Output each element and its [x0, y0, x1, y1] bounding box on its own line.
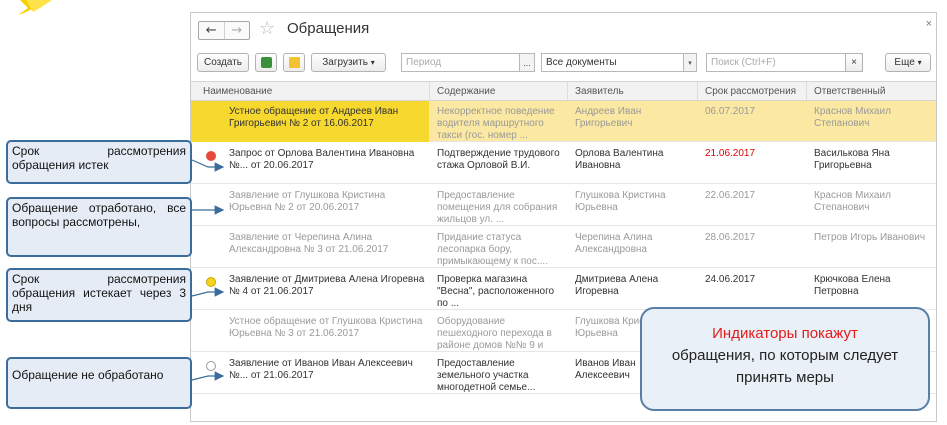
load-button[interactable]: Загрузить ▾ — [311, 53, 386, 72]
search-input[interactable]: Поиск (Ctrl+F) — [706, 53, 863, 72]
row-name: Устное обращение от Андреев Иван Григорь… — [229, 106, 399, 129]
decorative-brush-shape — [18, 0, 52, 15]
row-deadline: 28.06.2017 — [705, 232, 756, 243]
mail-button[interactable] — [283, 53, 305, 72]
load-label: Загрузить — [322, 57, 368, 68]
info-text: обращения, по которым следует принять ме… — [671, 347, 899, 386]
expired-indicator-icon — [206, 151, 216, 161]
period-select-button[interactable]: ... — [519, 53, 535, 72]
row-responsible: Василькова Яна Григорьевна — [814, 148, 890, 171]
table-header: Наименование Содержание Заявитель Срок р… — [191, 81, 936, 101]
row-applicant: Андреев Иван Григорьевич — [575, 106, 642, 129]
row-content: Придание статуса лесопарка бору, примыка… — [437, 232, 548, 267]
indicator-info-callout: Индикаторы покажут обращения, по которым… — [640, 307, 930, 411]
row-responsible: Краснов Михаил Степанович — [814, 190, 891, 213]
chevron-down-icon: ▾ — [917, 58, 922, 67]
callout-due-soon: Срок рассмотрения обращения истекает чер… — [6, 268, 192, 322]
row-applicant: Глушкова Кристина Юрьевна — [575, 190, 666, 213]
row-responsible: Крючкова Елена Петровна — [814, 274, 891, 297]
callout-unprocessed: Обращение не обработано — [6, 357, 192, 409]
column-header-applicant[interactable]: Заявитель — [575, 86, 624, 97]
mail-icon — [288, 57, 300, 68]
search-placeholder: Поиск (Ctrl+F) — [711, 57, 776, 68]
callout-expired: Срок рассмотрения обращения истек — [6, 140, 192, 184]
row-content: Оборудование пешеходного перехода в райо… — [437, 316, 552, 351]
row-responsible: Краснов Михаил Степанович — [814, 106, 891, 129]
table-row[interactable]: Заявление от Дмитриева Алена Игоревна № … — [191, 269, 936, 310]
period-placeholder: Период — [406, 57, 442, 68]
row-name: Устное обращение от Глушкова Кристина Юр… — [229, 316, 423, 339]
more-label: Еще — [894, 57, 915, 68]
create-button[interactable]: Создать — [197, 53, 249, 72]
toolbar: Создать Загрузить ▾ Период ... Все докум… — [191, 53, 936, 75]
row-deadline: 24.06.2017 — [705, 274, 756, 285]
row-responsible: Петров Игорь Иванович — [814, 232, 926, 243]
row-name: Заявление от Черепина Алина Александровн… — [229, 232, 389, 255]
row-name: Запрос от Орлова Валентина Ивановна №...… — [229, 148, 415, 171]
excel-icon — [260, 57, 272, 68]
row-content: Предоставление земельного участка многод… — [437, 358, 536, 393]
row-name: Заявление от Иванов Иван Алексеевич №...… — [229, 358, 413, 381]
table-row[interactable]: Заявление от Черепина Алина Александровн… — [191, 227, 936, 268]
row-content: Проверка магазина "Весна", расположенног… — [437, 274, 555, 309]
row-content: Предоставление помещения для собрания жи… — [437, 190, 558, 225]
search-clear-button[interactable]: × — [845, 53, 863, 72]
table-row[interactable]: Запрос от Орлова Валентина Ивановна №...… — [191, 143, 936, 184]
column-header-content[interactable]: Содержание — [437, 86, 495, 97]
unprocessed-indicator-icon — [206, 361, 216, 371]
chevron-down-icon: ▾ — [370, 58, 375, 67]
row-content: Подтверждение трудового стажа Орловой В.… — [437, 148, 560, 171]
documents-filter-select[interactable]: Все документы ▾ — [541, 53, 697, 72]
back-button[interactable]: ← — [199, 22, 224, 39]
window-title: Обращения — [287, 20, 370, 37]
more-button[interactable]: Еще ▾ — [885, 53, 931, 72]
row-applicant: Черепина Алина Александровна — [575, 232, 653, 255]
column-header-responsible[interactable]: Ответственный — [814, 86, 885, 97]
chevron-down-icon[interactable]: ▾ — [683, 53, 697, 72]
column-header-deadline[interactable]: Срок рассмотрения — [705, 86, 796, 97]
callout-done: Обращение отработано, все вопросы рассмо… — [6, 197, 192, 257]
excel-button[interactable] — [255, 53, 277, 72]
close-icon[interactable]: × — [926, 18, 932, 30]
favorite-star-icon[interactable]: ☆ — [259, 18, 275, 39]
row-deadline: 21.06.2017 — [705, 148, 756, 159]
row-applicant: Орлова Валентина Ивановна — [575, 148, 664, 171]
table-row[interactable]: Заявление от Глушкова Кристина Юрьевна №… — [191, 185, 936, 226]
column-header-name[interactable]: Наименование — [203, 86, 272, 97]
row-name: Заявление от Дмитриева Алена Игоревна № … — [229, 274, 425, 297]
due-soon-indicator-icon — [206, 277, 216, 287]
row-applicant: Дмитриева Алена Игоревна — [575, 274, 659, 297]
navigation-buttons: ← → — [198, 21, 250, 40]
info-highlight: Индикаторы покажут — [712, 325, 858, 342]
table-row[interactable]: Устное обращение от Андреев Иван Григорь… — [191, 101, 936, 142]
row-deadline: 22.06.2017 — [705, 190, 756, 201]
documents-filter-value: Все документы — [546, 57, 617, 68]
row-content: Некорректное поведение водителя маршрутн… — [437, 106, 555, 141]
clear-icon: × — [851, 57, 857, 68]
forward-button[interactable]: → — [223, 22, 250, 39]
period-field[interactable]: Период ... — [401, 53, 535, 72]
title-bar: ← → ☆ Обращения × — [191, 13, 936, 47]
row-deadline: 06.07.2017 — [705, 106, 756, 117]
create-label: Создать — [203, 57, 242, 68]
row-name: Заявление от Глушкова Кристина Юрьевна №… — [229, 190, 386, 213]
